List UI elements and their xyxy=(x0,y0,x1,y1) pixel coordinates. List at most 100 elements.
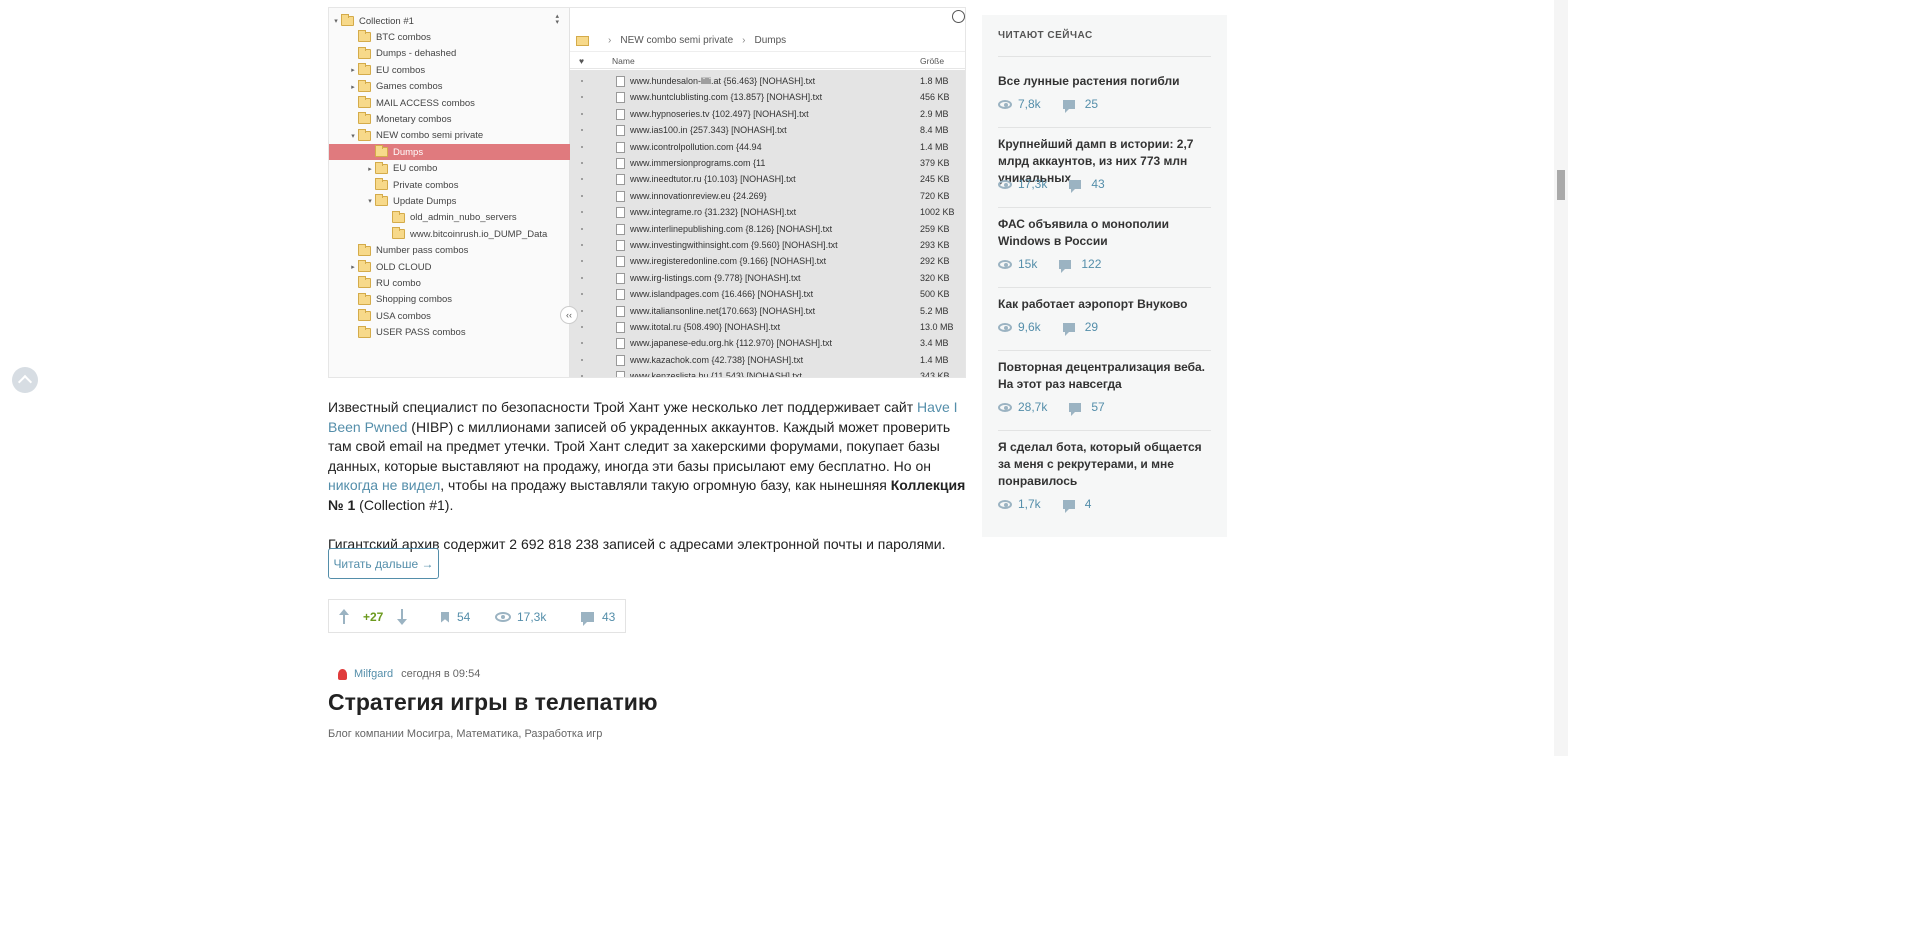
tree-item[interactable]: Dumps xyxy=(329,144,570,161)
tree-item[interactable]: USA combos xyxy=(329,308,570,324)
file-row[interactable]: www.investingwithinsight.com {9.560} [NO… xyxy=(570,237,965,253)
tree-item[interactable]: BTC combos xyxy=(329,29,570,45)
file-icon xyxy=(616,158,625,169)
post-author-link[interactable]: Milfgard xyxy=(354,668,393,680)
comments-count: 25 xyxy=(1084,97,1099,111)
file-row[interactable]: www.ineedtutor.ru {10.103} [NOHASH].txt 2… xyxy=(570,171,965,187)
favorite-dot-icon[interactable] xyxy=(581,342,583,345)
file-row[interactable]: www.ias100.in {257.343} [NOHASH].txt 8.4 … xyxy=(570,122,965,138)
tree-item[interactable]: ▸ OLD CLOUD xyxy=(329,259,570,275)
file-row[interactable]: www.integrame.ro {31.232} [NOHASH].txt 10… xyxy=(570,204,965,220)
bookmark-button[interactable]: 54 xyxy=(441,610,470,624)
folder-tree: ▴ ▾ ▾ Collection #1 BTC combos Dumps - dehas… xyxy=(329,8,570,377)
favorite-dot-icon[interactable] xyxy=(581,293,583,296)
favorite-dot-icon[interactable] xyxy=(581,112,583,115)
tree-item-label: OLD CLOUD xyxy=(376,261,432,273)
reading-now-sidebar: ЧИТАЮТ СЕЙЧАС Все лунные растения погибл… xyxy=(982,15,1227,537)
tree-item[interactable]: Monetary combos xyxy=(329,111,570,127)
page-scrollbar[interactable] xyxy=(1554,0,1568,756)
file-row[interactable]: www.kazachok.com {42.738} [NOHASH].txt 1.… xyxy=(570,352,965,368)
views-counter: 17,3k xyxy=(495,610,546,624)
tree-item[interactable]: Dumps - dehashed xyxy=(329,46,570,62)
file-row[interactable]: www.itotal.ru {508.490} [NOHASH].txt 13.0… xyxy=(570,319,965,335)
expand-arrow-icon[interactable]: ▾ xyxy=(331,17,341,25)
file-row[interactable]: www.interlinepublishing.com {8.126} [NOH… xyxy=(570,221,965,237)
expand-arrow-icon[interactable]: ▸ xyxy=(348,263,358,271)
file-row[interactable]: www.hypnoseries.tv {102.497} [NOHASH].tx… xyxy=(570,106,965,122)
file-row[interactable]: www.italiansonline.net{170.663} [NOHASH]… xyxy=(570,303,965,319)
expand-arrow-icon[interactable]: ▸ xyxy=(348,66,358,74)
tree-item[interactable]: Shopping combos xyxy=(329,292,570,308)
favorite-dot-icon[interactable] xyxy=(581,80,583,82)
favorite-dot-icon[interactable] xyxy=(581,129,583,132)
tree-item[interactable]: USER PASS combos xyxy=(329,325,570,341)
file-row[interactable]: www.islandpages.com {16.466} [NOHASH].tx… xyxy=(570,286,965,302)
folder-icon xyxy=(358,96,371,108)
sidebar-article-stats: 9,6k 29 xyxy=(998,320,1098,336)
tree-item[interactable]: Number pass combos xyxy=(329,243,570,259)
tree-item[interactable]: Private combos xyxy=(329,177,570,193)
favorite-dot-icon[interactable] xyxy=(581,375,583,377)
tree-item[interactable]: ▸ Games combos xyxy=(329,79,570,95)
tree-item[interactable]: RU combo xyxy=(329,275,570,291)
tree-item[interactable]: ▸ EU combo xyxy=(329,161,570,177)
scroll-to-top-button[interactable] xyxy=(12,367,38,393)
text: , чтобы на продажу выставляли такую огро… xyxy=(440,477,891,493)
file-row[interactable]: www.huntclublisting.com {13.857} [NOHASH… xyxy=(570,89,965,105)
folder-icon xyxy=(341,14,354,26)
favorite-dot-icon[interactable] xyxy=(581,162,583,164)
favorite-dot-icon[interactable] xyxy=(581,178,583,181)
sidebar-article-link[interactable]: Повторная децентрализация веба. На этот … xyxy=(998,359,1211,393)
file-row[interactable]: www.innovationreview.eu {24.269} 720 KB xyxy=(570,188,965,204)
tree-item[interactable]: www.bitcoinrush.io_DUMP_Data xyxy=(329,226,570,242)
sidebar-article-link[interactable]: Все лунные растения погибли xyxy=(998,73,1211,90)
tree-item[interactable]: old_admin_nubo_servers xyxy=(329,210,570,226)
folder-icon xyxy=(358,292,371,305)
tree-item[interactable]: ▾ NEW combo semi private xyxy=(329,128,570,144)
favorite-dot-icon[interactable] xyxy=(581,358,583,361)
file-row[interactable]: www.kenzeslista.hu {11.543} [NOHASH].txt… xyxy=(570,368,965,378)
favorite-dot-icon[interactable] xyxy=(581,211,583,214)
expand-arrow-icon[interactable]: ▾ xyxy=(365,197,375,205)
comment-icon xyxy=(1069,402,1082,416)
favorite-dot-icon[interactable] xyxy=(581,326,583,328)
expand-arrow-icon[interactable]: ▸ xyxy=(348,83,358,91)
post-title-link[interactable]: Стратегия игры в телепатию xyxy=(328,689,658,716)
sidebar-article-link[interactable]: ФАС объявила о монополии Windows в Росси… xyxy=(998,216,1211,250)
post-hubs[interactable]: Блог компании Мосигра, Математика, Разра… xyxy=(328,728,602,740)
favorite-dot-icon[interactable] xyxy=(581,96,583,99)
favorite-dot-icon[interactable] xyxy=(581,260,583,263)
favorite-dot-icon[interactable] xyxy=(581,145,583,148)
file-icon xyxy=(616,108,625,120)
expand-arrow-icon[interactable]: ▸ xyxy=(365,165,375,173)
file-size: 343 KB xyxy=(920,371,950,378)
file-row[interactable]: www.irg-listings.com {9.778} [NOHASH].tx… xyxy=(570,270,965,286)
favorite-dot-icon[interactable] xyxy=(581,227,583,230)
favorite-dot-icon[interactable] xyxy=(581,276,583,279)
sidebar-article-link[interactable]: Я сделал бота, который общается за меня … xyxy=(998,439,1211,490)
expand-arrow-icon[interactable]: ▾ xyxy=(348,132,358,140)
comments-link[interactable]: 43 xyxy=(581,610,615,626)
tree-item[interactable]: ▸ EU combos xyxy=(329,62,570,78)
favorite-dot-icon[interactable] xyxy=(581,309,583,312)
file-name: www.investingwithinsight.com {9.560} [NO… xyxy=(630,240,838,250)
vote-down-icon[interactable] xyxy=(397,609,407,625)
scrollbar-thumb[interactable] xyxy=(1557,170,1565,200)
tree-item-label: Games combos xyxy=(376,81,443,93)
file-row[interactable]: www.iregisteredonline.com {9.166} [NOHAS… xyxy=(570,253,965,269)
sidebar-article-link[interactable]: Как работает аэропорт Внуково xyxy=(998,296,1211,313)
favorite-dot-icon[interactable] xyxy=(581,194,583,197)
never-seen-link[interactable]: никогда не видел xyxy=(328,477,440,493)
file-size: 2.9 MB xyxy=(920,108,949,119)
file-row[interactable]: www.icontrolpollution.com {44.94 1.4 MB xyxy=(570,139,965,155)
tree-item[interactable]: ▾ Collection #1 xyxy=(329,13,570,29)
tree-item[interactable]: ▾ Update Dumps xyxy=(329,193,570,209)
favorite-dot-icon[interactable] xyxy=(581,244,583,246)
file-row[interactable]: www.immersionprograms.com {11 379 KB xyxy=(570,155,965,171)
vote-up-icon[interactable] xyxy=(339,609,349,625)
read-more-button[interactable]: Читать дальше → xyxy=(328,548,439,579)
file-row[interactable]: www.japanese-edu.org.hk {112.970} [NOHAS… xyxy=(570,335,965,351)
file-row[interactable]: www.hundesalon-lilli.at {56.463} [NOHASH… xyxy=(570,73,965,89)
file-size: 292 KB xyxy=(920,256,950,267)
tree-item[interactable]: MAIL ACCESS combos xyxy=(329,95,570,111)
